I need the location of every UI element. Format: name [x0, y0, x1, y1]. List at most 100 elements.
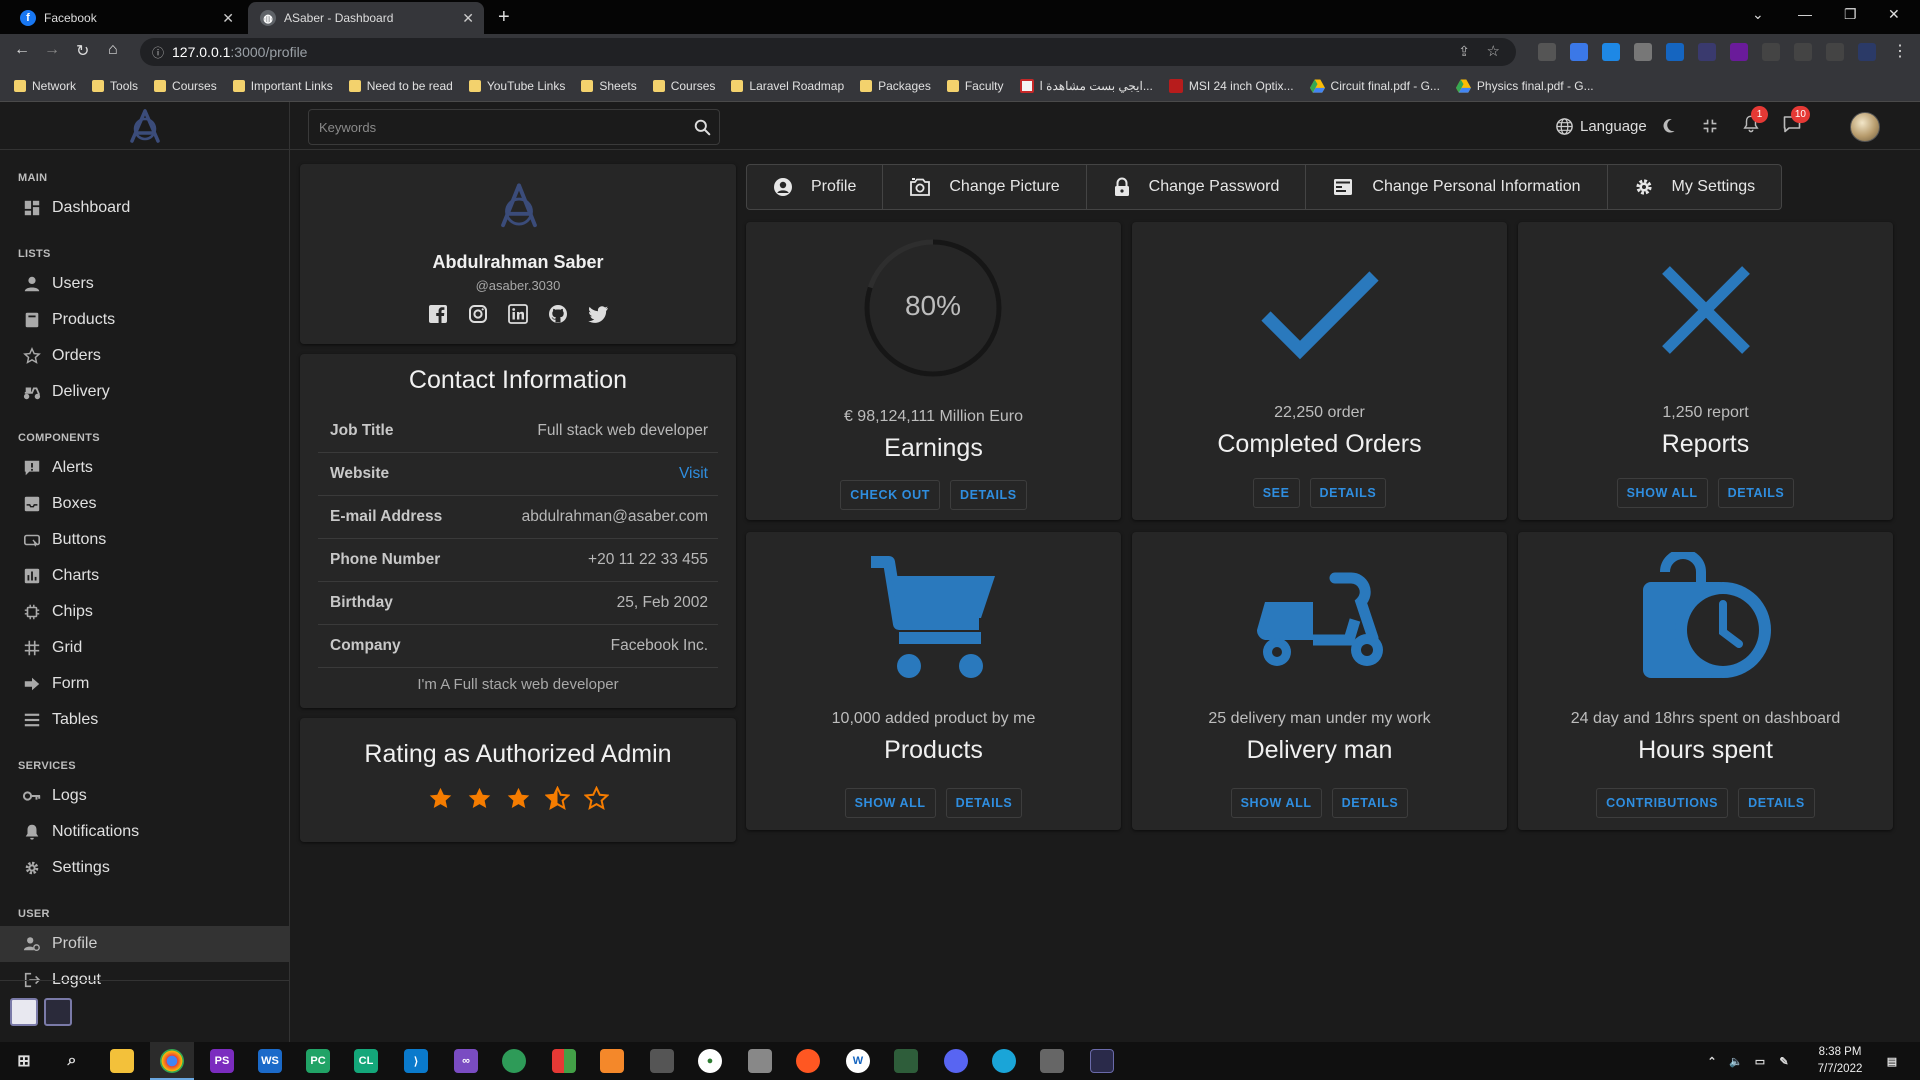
bookmark-item[interactable]: Faculty: [946, 79, 1004, 93]
sidebar-item-charts[interactable]: Charts: [0, 558, 289, 594]
bookmark-item[interactable]: Courses: [154, 79, 217, 93]
tab-my-settings[interactable]: My Settings: [1608, 165, 1782, 209]
bookmark-item[interactable]: Circuit final.pdf - G...: [1309, 79, 1440, 93]
search-icon[interactable]: [685, 119, 719, 136]
side-panel-icon[interactable]: [1826, 43, 1844, 61]
bookmark-item[interactable]: Courses: [652, 79, 715, 93]
sidebar-item-orders[interactable]: Orders: [0, 338, 289, 374]
extension-icon[interactable]: [1730, 43, 1748, 61]
details-button[interactable]: DETAILS: [1738, 788, 1815, 818]
back-icon[interactable]: ←: [14, 41, 30, 59]
details-button[interactable]: DETAILS: [1717, 478, 1795, 508]
pen-icon[interactable]: ✎: [1772, 1049, 1796, 1073]
details-button[interactable]: DETAILS: [945, 788, 1023, 818]
menu-icon[interactable]: ⋮: [1892, 41, 1908, 61]
sidebar-item-dashboard[interactable]: Dashboard: [0, 190, 289, 226]
instagram-icon[interactable]: [468, 304, 488, 324]
chrome-icon[interactable]: [160, 1049, 184, 1073]
sidebar-item-chips[interactable]: Chips: [0, 594, 289, 630]
close-window-icon[interactable]: ✕: [1888, 6, 1900, 23]
dark-theme-swatch[interactable]: [44, 998, 72, 1026]
details-button[interactable]: DETAILS: [1331, 788, 1409, 818]
search-input[interactable]: [309, 119, 685, 135]
star-full-icon[interactable]: [506, 786, 531, 816]
puzzle-icon[interactable]: [1794, 43, 1812, 61]
profile-icon[interactable]: [1858, 43, 1876, 61]
bookmark-item[interactable]: Need to be read: [348, 79, 453, 93]
bookmark-star-icon[interactable]: ☆: [1487, 42, 1500, 60]
app-icon[interactable]: [894, 1049, 918, 1073]
app-icon[interactable]: [1040, 1049, 1064, 1073]
soundcloud-icon[interactable]: [796, 1049, 820, 1073]
pycharm-icon[interactable]: PC: [306, 1049, 330, 1073]
app-icon[interactable]: [502, 1049, 526, 1073]
browser-tab-active[interactable]: ◍ ASaber - Dashboard ✕: [248, 2, 484, 34]
notifications-button[interactable]: 1: [1742, 102, 1768, 150]
bookmark-item[interactable]: Physics final.pdf - G...: [1455, 79, 1594, 93]
github-icon[interactable]: [548, 304, 568, 324]
extension-icon[interactable]: [1602, 43, 1620, 61]
see-button[interactable]: SEE: [1252, 478, 1300, 508]
show-all-button[interactable]: SHOW ALL: [1230, 788, 1322, 818]
sidebar-item-settings[interactable]: Settings: [0, 850, 289, 886]
bookmark-item[interactable]: Network: [14, 79, 76, 93]
bookmark-item[interactable]: MSI 24 inch Optix...: [1168, 78, 1294, 93]
app-icon[interactable]: W: [846, 1049, 870, 1073]
tab-change-password[interactable]: Change Password: [1087, 165, 1307, 209]
show-all-button[interactable]: SHOW ALL: [1616, 478, 1708, 508]
vscode-icon[interactable]: ⟩: [404, 1049, 428, 1073]
minimize-icon[interactable]: —: [1798, 6, 1812, 22]
tab-profile[interactable]: Profile: [747, 165, 884, 209]
restore-icon[interactable]: ❐: [1844, 6, 1857, 23]
visual-studio-icon[interactable]: ∞: [454, 1049, 478, 1073]
language-selector[interactable]: Language: [1555, 102, 1647, 150]
app-icon[interactable]: [748, 1049, 772, 1073]
app-icon[interactable]: ●: [698, 1049, 722, 1073]
windows-start-icon[interactable]: ⊞: [12, 1049, 36, 1073]
bookmark-item[interactable]: YouTube Links: [468, 79, 565, 93]
user-avatar[interactable]: [1850, 112, 1880, 142]
new-tab-icon[interactable]: +: [498, 6, 510, 29]
bookmark-item[interactable]: Important Links: [232, 79, 333, 93]
tab-change-picture[interactable]: Change Picture: [883, 165, 1087, 209]
app-icon[interactable]: [552, 1049, 576, 1073]
sidebar-item-delivery[interactable]: Delivery: [0, 374, 289, 410]
close-tab-icon[interactable]: ✕: [222, 10, 234, 27]
close-tab-icon[interactable]: ✕: [462, 10, 474, 27]
action-center-icon[interactable]: ▤: [1880, 1049, 1904, 1073]
linkedin-icon[interactable]: [507, 304, 528, 324]
sidebar-item-tables[interactable]: Tables: [0, 702, 289, 738]
tab-change-personal-information[interactable]: Change Personal Information: [1306, 165, 1608, 209]
sidebar-item-boxes[interactable]: Boxes: [0, 486, 289, 522]
sidebar-item-form[interactable]: Form: [0, 666, 289, 702]
app-icon[interactable]: [992, 1049, 1016, 1073]
twitter-icon[interactable]: [587, 304, 609, 324]
phpstorm-icon[interactable]: PS: [210, 1049, 234, 1073]
sidebar-item-grid[interactable]: Grid: [0, 630, 289, 666]
volume-icon[interactable]: 🔈: [1724, 1049, 1748, 1073]
reload-icon[interactable]: ↻: [76, 41, 89, 61]
check-out-button[interactable]: CHECK OUT: [840, 480, 940, 510]
light-theme-swatch[interactable]: [10, 998, 38, 1026]
bookmark-item[interactable]: Tools: [92, 79, 138, 93]
star-full-icon[interactable]: [467, 786, 492, 816]
share-icon[interactable]: ⇪: [1458, 43, 1470, 60]
search-icon[interactable]: ⌕: [60, 1049, 84, 1073]
sidebar-item-products[interactable]: Products: [0, 302, 289, 338]
app-icon[interactable]: [1090, 1049, 1114, 1073]
bookmark-item[interactable]: Sheets: [581, 79, 637, 93]
forward-icon[interactable]: →: [44, 41, 60, 59]
website-link[interactable]: Visit: [679, 465, 708, 483]
bookmark-item[interactable]: Packages: [860, 79, 931, 93]
extension-icon[interactable]: [1698, 43, 1716, 61]
fullscreen-toggle[interactable]: [1702, 102, 1718, 150]
bookmark-item[interactable]: Laravel Roadmap: [731, 79, 844, 93]
sidebar-item-buttons[interactable]: Buttons: [0, 522, 289, 558]
app-icon[interactable]: [650, 1049, 674, 1073]
extension-icon[interactable]: [1538, 43, 1556, 61]
show-all-button[interactable]: SHOW ALL: [844, 788, 936, 818]
webstorm-icon[interactable]: WS: [258, 1049, 282, 1073]
details-button[interactable]: DETAILS: [949, 480, 1027, 510]
messages-button[interactable]: 10: [1782, 102, 1810, 150]
bookmark-item[interactable]: ايجي بست مشاهدة ا...: [1019, 78, 1153, 93]
